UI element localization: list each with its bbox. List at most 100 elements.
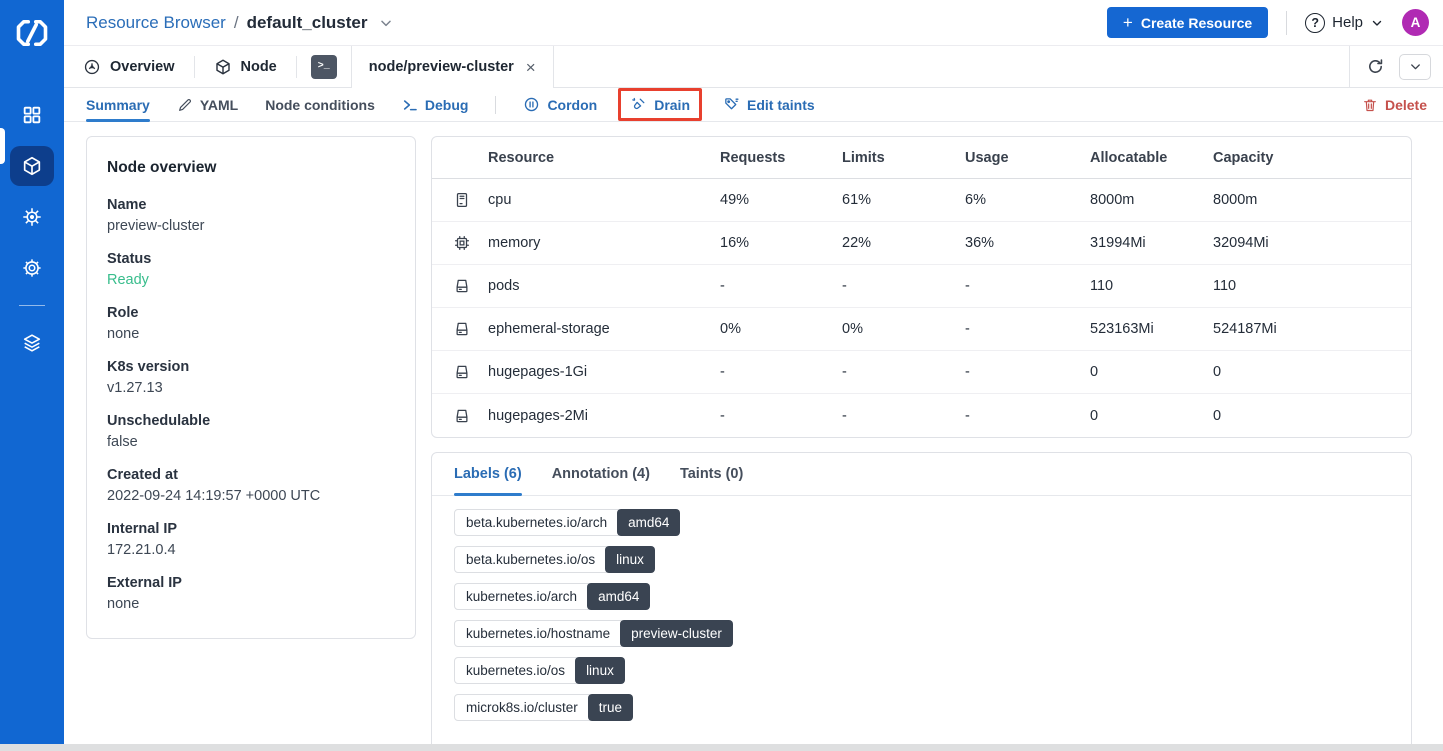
- field-status: Status Ready: [107, 251, 395, 288]
- highlight-annotation: Drain: [618, 88, 702, 121]
- cube-icon: [21, 155, 43, 177]
- resource-name: pods: [488, 278, 720, 294]
- grid-icon: [21, 104, 43, 126]
- labels-tab-bar: Labels (6) Annotation (4) Taints (0): [432, 453, 1411, 496]
- tab-annotation[interactable]: Annotation (4): [552, 453, 650, 495]
- tab-divider: [296, 56, 297, 78]
- panel-title: Node overview: [107, 159, 395, 177]
- sidebar-item-settings[interactable]: [10, 248, 54, 288]
- top-header: Resource Browser / default_cluster + Cre…: [64, 0, 1443, 45]
- tab-node-preview-cluster[interactable]: node/preview-cluster ×: [351, 46, 554, 88]
- resource-table-panel: Resource Requests Limits Usage Allocatab…: [431, 136, 1412, 438]
- col-allocatable: Allocatable: [1090, 150, 1213, 166]
- field-internal-ip: Internal IP 172.21.0.4: [107, 521, 395, 558]
- terminal-button[interactable]: >_: [311, 55, 337, 79]
- edit-taints-label: Edit taints: [747, 97, 815, 113]
- active-tab-label: node/preview-cluster: [369, 59, 514, 75]
- create-resource-label: Create Resource: [1141, 15, 1252, 31]
- node-overview-panel: Node overview Name preview-cluster Statu…: [86, 136, 416, 639]
- debug-button[interactable]: Debug: [402, 97, 469, 113]
- table-row[interactable]: hugepages-2Mi - - - 0 0: [432, 394, 1411, 437]
- header-actions: + Create Resource ? Help A: [1107, 7, 1429, 38]
- chevron-down-icon: [1408, 59, 1423, 74]
- yaml-label: YAML: [200, 97, 238, 113]
- app-window: Resource Browser / default_cluster + Cre…: [0, 0, 1443, 751]
- cluster-chevron-down-icon[interactable]: [378, 15, 394, 31]
- labels-panel: Labels (6) Annotation (4) Taints (0) bet…: [431, 452, 1412, 751]
- breadcrumb-resource-browser[interactable]: Resource Browser: [86, 13, 226, 33]
- tab-node[interactable]: Node: [195, 46, 296, 87]
- sidebar-nav: [10, 95, 54, 363]
- horizontal-scrollbar-track[interactable]: [0, 744, 1443, 751]
- label-chip-list: beta.kubernetes.io/arch amd64 beta.kuber…: [432, 496, 1411, 739]
- header-divider: [1286, 11, 1287, 35]
- table-row[interactable]: memory 16% 22% 36% 31994Mi 32094Mi: [432, 222, 1411, 265]
- sidebar-item-helm[interactable]: [10, 197, 54, 237]
- drain-button[interactable]: Drain: [630, 96, 690, 113]
- help-menu[interactable]: ? Help: [1305, 13, 1384, 33]
- close-icon[interactable]: ×: [526, 59, 536, 76]
- sidebar-item-resource-browser[interactable]: [10, 146, 54, 186]
- create-resource-button[interactable]: + Create Resource: [1107, 7, 1268, 38]
- label-chip: kubernetes.io/arch amd64: [454, 583, 650, 610]
- help-label: Help: [1332, 14, 1363, 31]
- resource-name: cpu: [488, 192, 720, 208]
- sidebar-resize-handle[interactable]: [0, 128, 5, 164]
- field-name: Name preview-cluster: [107, 197, 395, 234]
- avatar[interactable]: A: [1402, 9, 1429, 36]
- pause-circle-icon: [523, 96, 540, 113]
- cpu-icon: [432, 191, 488, 209]
- tab-summary[interactable]: Summary: [86, 97, 150, 113]
- tab-strip-controls: [1349, 46, 1443, 87]
- table-row[interactable]: hugepages-1Gi - - - 0 0: [432, 351, 1411, 394]
- table-row[interactable]: ephemeral-storage 0% 0% - 523163Mi 52418…: [432, 308, 1411, 351]
- edit-taints-button[interactable]: Edit taints: [723, 96, 815, 113]
- tab-list-dropdown-button[interactable]: [1399, 54, 1431, 80]
- tab-overview[interactable]: Overview: [64, 46, 194, 87]
- resource-name: memory: [488, 235, 720, 251]
- layers-icon: [21, 332, 43, 354]
- refresh-button[interactable]: [1362, 53, 1389, 80]
- tab-strip-spacer: [554, 46, 1349, 87]
- delete-button[interactable]: Delete: [1362, 97, 1427, 113]
- question-circle-icon: ?: [1305, 13, 1325, 33]
- label-chip: kubernetes.io/os linux: [454, 657, 625, 684]
- breadcrumb: Resource Browser / default_cluster: [86, 13, 394, 33]
- label-chip: beta.kubernetes.io/arch amd64: [454, 509, 680, 536]
- content-area: Node overview Name preview-cluster Statu…: [64, 122, 1443, 751]
- col-resource: Resource: [488, 150, 720, 166]
- trash-icon: [1362, 97, 1378, 113]
- cordon-button[interactable]: Cordon: [523, 96, 597, 113]
- terminal-icon: >_: [318, 61, 330, 72]
- toolbar-divider: [495, 96, 496, 114]
- terminal-prompt-icon: [402, 97, 418, 113]
- main-area: Resource Browser / default_cluster + Cre…: [64, 0, 1443, 751]
- col-requests: Requests: [720, 150, 842, 166]
- app-logo-icon[interactable]: [14, 15, 50, 51]
- field-external-ip: External IP none: [107, 575, 395, 612]
- tab-taints[interactable]: Taints (0): [680, 453, 743, 495]
- tab-strip: Overview Node >_ node/preview-cluster ×: [64, 45, 1443, 88]
- field-created-at: Created at 2022-09-24 14:19:57 +0000 UTC: [107, 467, 395, 504]
- cluster-name[interactable]: default_cluster: [247, 13, 368, 33]
- col-usage: Usage: [965, 150, 1090, 166]
- cube-icon: [214, 58, 232, 76]
- status-badge: Ready: [107, 272, 395, 288]
- sidebar-item-apps[interactable]: [10, 95, 54, 135]
- node-conditions-label: Node conditions: [265, 97, 375, 113]
- pencil-icon: [177, 97, 193, 113]
- yaml-button[interactable]: YAML: [177, 97, 238, 113]
- sidebar-item-layers[interactable]: [10, 323, 54, 363]
- storage-icon: [432, 363, 488, 381]
- node-conditions-button[interactable]: Node conditions: [265, 97, 375, 113]
- delete-label: Delete: [1385, 97, 1427, 113]
- col-limits: Limits: [842, 150, 965, 166]
- table-row[interactable]: pods - - - 110 110: [432, 265, 1411, 308]
- storage-icon: [432, 320, 488, 338]
- refresh-icon: [1366, 57, 1385, 76]
- tab-labels[interactable]: Labels (6): [454, 453, 522, 495]
- debug-label: Debug: [425, 97, 469, 113]
- table-row[interactable]: cpu 49% 61% 6% 8000m 8000m: [432, 179, 1411, 222]
- help-chevron-down-icon: [1370, 16, 1384, 30]
- brush-icon: [630, 96, 647, 113]
